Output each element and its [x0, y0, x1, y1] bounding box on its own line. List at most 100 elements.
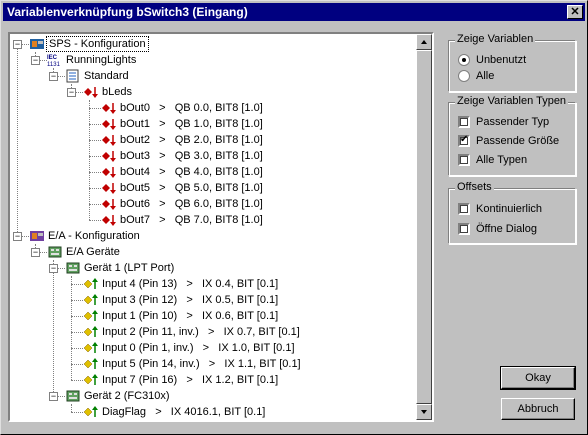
title-bar[interactable]: Variablenverknüpfung bSwitch3 (Eingang) …: [3, 3, 585, 21]
cancel-button[interactable]: Abbruch: [501, 398, 575, 420]
tree-connector: [89, 124, 101, 125]
iec-program-icon: IEC 1131: [47, 53, 63, 68]
io-config-icon: [29, 229, 45, 243]
tree-variable-node[interactable]: Input 1 (Pin 10) > IX 0.6, BIT [0.1]: [10, 308, 410, 324]
output-var-icon: [101, 165, 117, 179]
output-var-icon: [101, 181, 117, 195]
close-button[interactable]: ✕: [567, 5, 583, 19]
tree-node-label: bOut1 > QB 1.0, BIT8 [1.0]: [120, 118, 263, 130]
checkbox[interactable]: [458, 134, 470, 147]
checkbox-label: Passender Typ: [476, 116, 550, 128]
checkbox[interactable]: [458, 154, 470, 166]
collapse-toggle-icon[interactable]: −: [67, 88, 76, 97]
tree-node-label: Input 7 (Pin 16) > IX 1.2, BIT [0.1]: [102, 374, 279, 386]
ok-button[interactable]: Okay: [500, 366, 576, 390]
tree-node-label: Input 4 (Pin 13) > IX 0.4, BIT [0.1]: [102, 278, 279, 290]
tree-node-label: bOut3 > QB 3.0, BIT8 [1.0]: [120, 150, 263, 162]
checkbox[interactable]: [458, 116, 470, 128]
input-var-icon: [83, 277, 99, 291]
tree-node-label: Gerät 2 (FC310x): [84, 390, 170, 402]
scroll-thumb[interactable]: [416, 50, 432, 404]
tree-variable-node[interactable]: bOut3 > QB 3.0, BIT8 [1.0]: [10, 148, 410, 164]
tree-node-label: bLeds: [102, 86, 132, 98]
tree-connector: [89, 204, 101, 205]
tree-variable-node[interactable]: Input 5 (Pin 14, inv.) > IX 1.1, BIT [0.…: [10, 356, 410, 372]
checkbox-label: Passende Größe: [476, 135, 560, 147]
tree-folder-node[interactable]: − Standard: [10, 68, 410, 84]
arrow-down-icon: [421, 410, 427, 414]
collapse-toggle-icon[interactable]: −: [49, 392, 58, 401]
tree-node-label: E/A Geräte: [66, 246, 120, 258]
radio-label: Alle: [476, 70, 495, 82]
tree-variable-node[interactable]: bOut7 > QB 7.0, BIT8 [1.0]: [10, 212, 410, 228]
tree-folder-node[interactable]: − bLeds: [10, 84, 410, 100]
dialog-window: Variablenverknüpfung bSwitch3 (Eingang) …: [0, 0, 588, 435]
scroll-down-button[interactable]: [416, 404, 432, 420]
checkbox[interactable]: [458, 203, 470, 215]
tree-connector: [71, 300, 83, 301]
tree-node-label: E/A - Konfiguration: [48, 230, 140, 242]
collapse-toggle-icon[interactable]: −: [31, 248, 40, 257]
tree-connector: [71, 316, 83, 317]
tree-variable-node[interactable]: DiagFlag > IX 4016.1, BIT [0.1]: [10, 404, 410, 420]
tree-folder-node[interactable]: − Gerät 2 (FC310x): [10, 388, 410, 404]
checkbox[interactable]: [458, 223, 470, 235]
tree-folder-node[interactable]: − E/A - Konfiguration: [10, 228, 410, 244]
input-var-icon: [83, 293, 99, 307]
output-var-icon: [101, 133, 117, 147]
tree-folder-node[interactable]: − Gerät 1 (LPT Port): [10, 260, 410, 276]
tree-connector: [71, 348, 83, 349]
tree-variable-node[interactable]: bOut2 > QB 2.0, BIT8 [1.0]: [10, 132, 410, 148]
tree-connector: [89, 140, 101, 141]
input-var-icon: [83, 309, 99, 323]
output-var-icon: [101, 101, 117, 115]
tree-scrollbar[interactable]: [416, 34, 432, 420]
output-var-icon: [101, 149, 117, 163]
tree-variable-node[interactable]: bOut1 > QB 1.0, BIT8 [1.0]: [10, 116, 410, 132]
tree-connector: [89, 188, 101, 189]
window-title: Variablenverknüpfung bSwitch3 (Eingang): [7, 5, 248, 19]
tree-variable-node[interactable]: Input 7 (Pin 16) > IX 1.2, BIT [0.1]: [10, 372, 410, 388]
collapse-toggle-icon[interactable]: −: [13, 232, 22, 241]
io-devices-icon: [47, 245, 63, 259]
device-icon: [65, 261, 81, 275]
svg-text:1131: 1131: [47, 62, 61, 67]
tree-node-label: bOut2 > QB 2.0, BIT8 [1.0]: [120, 134, 263, 146]
tree-node-label: bOut5 > QB 5.0, BIT8 [1.0]: [120, 182, 263, 194]
tree-variable-node[interactable]: bOut6 > QB 6.0, BIT8 [1.0]: [10, 196, 410, 212]
group-offsets: Offsets Kontinuierlich Öffne Dialog: [448, 181, 576, 244]
variable-tree[interactable]: − SPS - Konfiguration − IEC 1131 RunningLight…: [8, 32, 434, 422]
checkbox-label: Alle Typen: [476, 154, 528, 166]
svg-text:IEC: IEC: [47, 55, 58, 61]
tree-connector: [71, 284, 83, 285]
scroll-up-button[interactable]: [416, 34, 432, 50]
task-icon: [65, 69, 81, 83]
tree-variable-node[interactable]: bOut0 > QB 0.0, BIT8 [1.0]: [10, 100, 410, 116]
tree-folder-node[interactable]: − E/A Geräte: [10, 244, 410, 260]
output-var-icon: [101, 117, 117, 131]
plc-config-icon: [29, 37, 45, 51]
radio-indicator[interactable]: [458, 70, 470, 82]
group-title: Zeige Variablen Typen: [455, 95, 569, 107]
tree-folder-node[interactable]: − IEC 1131 RunningLights: [10, 52, 410, 68]
group-show-types: Zeige Variablen Typen Passender Typ Pass…: [448, 95, 576, 176]
tree-variable-node[interactable]: Input 2 (Pin 11, inv.) > IX 0.7, BIT [0.…: [10, 324, 410, 340]
checkbox-label: Kontinuierlich: [476, 203, 543, 215]
tree-variable-node[interactable]: Input 0 (Pin 1, inv.) > IX 1.0, BIT [0.1…: [10, 340, 410, 356]
output-array-icon: [83, 85, 99, 99]
tree-variable-node[interactable]: Input 4 (Pin 13) > IX 0.4, BIT [0.1]: [10, 276, 410, 292]
tree-node-label: bOut0 > QB 0.0, BIT8 [1.0]: [120, 102, 263, 114]
tree-variable-node[interactable]: bOut5 > QB 5.0, BIT8 [1.0]: [10, 180, 410, 196]
tree-node-label: DiagFlag > IX 4016.1, BIT [0.1]: [102, 406, 266, 418]
radio-indicator[interactable]: [458, 54, 470, 66]
tree-connector: [89, 220, 101, 221]
tree-variable-node[interactable]: bOut4 > QB 4.0, BIT8 [1.0]: [10, 164, 410, 180]
collapse-toggle-icon[interactable]: −: [49, 72, 58, 81]
collapse-toggle-icon[interactable]: −: [31, 56, 40, 65]
tree-folder-node[interactable]: − SPS - Konfiguration: [10, 36, 410, 52]
collapse-toggle-icon[interactable]: −: [13, 40, 22, 49]
tree-node-label: bOut4 > QB 4.0, BIT8 [1.0]: [120, 166, 263, 178]
tree-connector: [71, 380, 83, 381]
tree-variable-node[interactable]: Input 3 (Pin 12) > IX 0.5, BIT [0.1]: [10, 292, 410, 308]
collapse-toggle-icon[interactable]: −: [49, 264, 58, 273]
